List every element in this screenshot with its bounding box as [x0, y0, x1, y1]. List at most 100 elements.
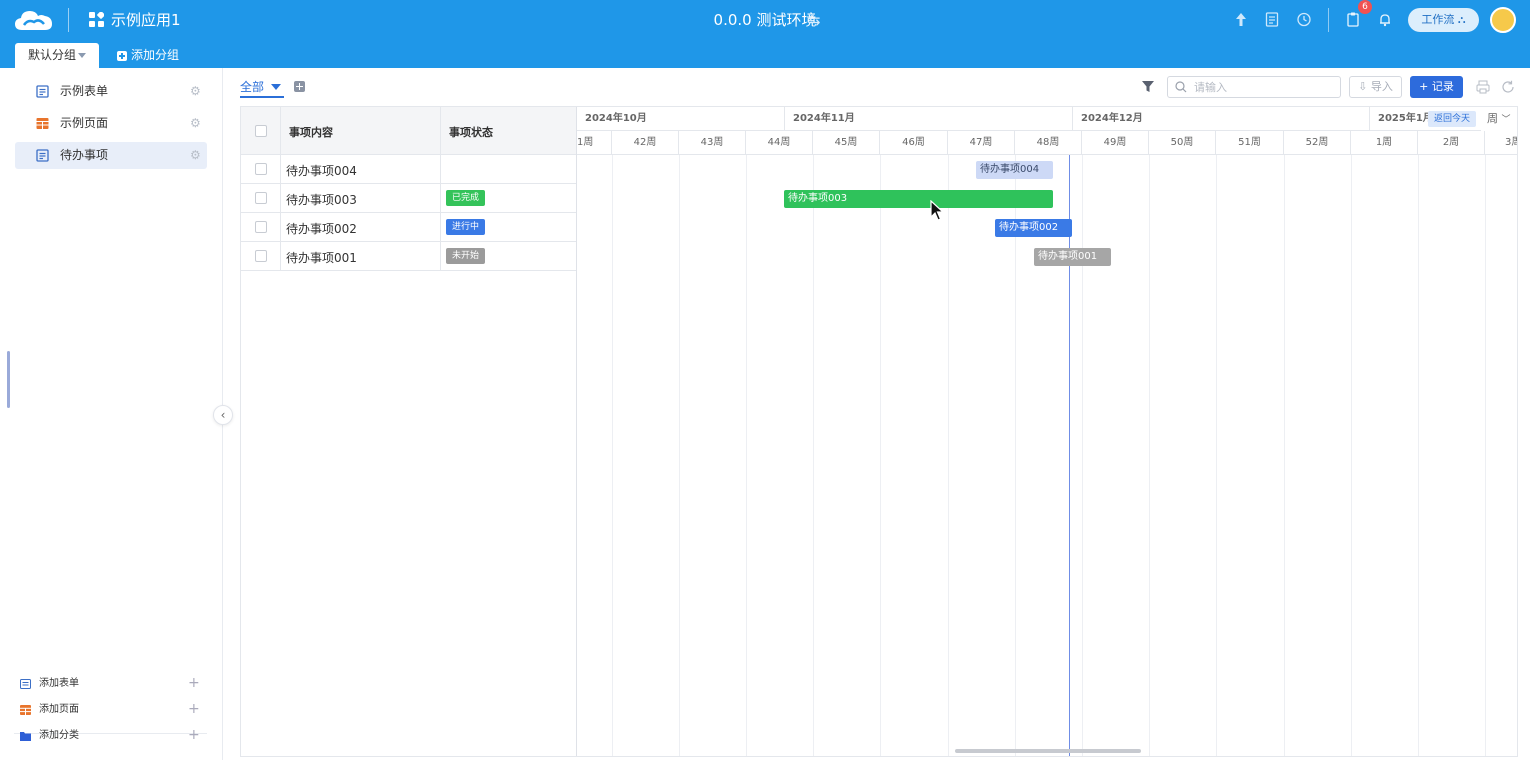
- table-row[interactable]: 待办事项002 进行中: [241, 213, 576, 242]
- grid-line: [1284, 155, 1285, 756]
- table-row[interactable]: 待办事项004: [241, 155, 576, 184]
- chevron-down-icon: ﹀: [1501, 115, 1511, 125]
- sidebar-item-label: 示例表单: [60, 84, 109, 98]
- gantt-task-bar[interactable]: 待办事项004: [976, 161, 1053, 179]
- grid-line: [1351, 155, 1352, 756]
- add-category-item[interactable]: 添加分类 +: [20, 726, 205, 746]
- column-header-status[interactable]: 事项状态: [449, 124, 493, 140]
- app-title[interactable]: 示例应用1: [111, 10, 181, 30]
- column-header-content[interactable]: 事项内容: [289, 124, 333, 140]
- month-header: 2024年12月: [1073, 107, 1370, 131]
- sidebar-item-sample-form[interactable]: 示例表单 ⚙: [15, 78, 207, 105]
- environment-title[interactable]: 0.0.0 测试环境: [714, 11, 817, 29]
- select-all-checkbox[interactable]: [255, 125, 267, 137]
- week-header: 44周: [746, 131, 813, 155]
- publish-arrow-icon[interactable]: [1233, 11, 1249, 28]
- back-to-today-button[interactable]: 返回今天: [1428, 111, 1476, 127]
- grid-line: [813, 155, 814, 756]
- week-header: 48周: [1015, 131, 1082, 155]
- gantt-task-bar[interactable]: 待办事项002: [995, 219, 1072, 237]
- gear-icon[interactable]: ⚙: [190, 110, 201, 137]
- header-divider-right: [1328, 8, 1329, 32]
- user-avatar[interactable]: [1490, 7, 1516, 33]
- today-line: [1069, 155, 1070, 756]
- grid-line: [948, 155, 949, 756]
- row-checkbox[interactable]: [255, 250, 267, 262]
- week-header: 45周: [813, 131, 880, 155]
- week-header: 42周: [612, 131, 679, 155]
- week-header: 41周: [577, 131, 612, 155]
- gantt-grid: 事项内容 事项状态 待办事项004 待办事项003 已完成 待办事项002 进行…: [240, 106, 1518, 757]
- grid-line: [612, 155, 613, 756]
- form-icon: [36, 85, 49, 98]
- gantt-task-bar[interactable]: 待办事项001: [1034, 248, 1111, 266]
- caret-down-icon: [78, 53, 86, 58]
- form-icon: [36, 149, 49, 162]
- plus-icon[interactable]: +: [188, 673, 200, 693]
- grid-line: [1418, 155, 1419, 756]
- week-header: 3周: [1485, 131, 1517, 155]
- sidebar-item-label: 待办事项: [60, 148, 109, 162]
- scale-select-value: 周: [1487, 112, 1498, 125]
- clipboard-task-icon[interactable]: [1345, 11, 1361, 28]
- view-tab-label: 全部: [240, 80, 265, 94]
- grid-line: [679, 155, 680, 756]
- row-checkbox[interactable]: [255, 221, 267, 233]
- search-box[interactable]: [1167, 76, 1341, 98]
- grid-line: [1485, 155, 1486, 756]
- task-name: 待办事项002: [286, 222, 357, 236]
- add-page-item[interactable]: 添加页面 +: [20, 700, 205, 720]
- gear-icon[interactable]: ⚙: [190, 142, 201, 169]
- week-header: 2周: [1418, 131, 1485, 155]
- plus-icon[interactable]: +: [188, 699, 200, 719]
- gantt-task-bar[interactable]: 待办事项003: [784, 190, 1053, 208]
- week-header: 52周: [1284, 131, 1351, 155]
- add-view-icon[interactable]: [294, 81, 305, 92]
- gear-icon[interactable]: ⚙: [190, 78, 201, 105]
- add-group-button[interactable]: 添加分组: [117, 43, 179, 68]
- view-tab-all[interactable]: 全部: [240, 78, 285, 98]
- folder-icon: [20, 732, 31, 741]
- sidebar-item-todo[interactable]: 待办事项 ⚙: [15, 142, 207, 169]
- week-header: 47周: [948, 131, 1015, 155]
- sidebar-item-sample-page[interactable]: 示例页面 ⚙: [15, 110, 207, 137]
- week-header: 51周: [1216, 131, 1284, 155]
- gantt-split-divider[interactable]: [576, 107, 577, 756]
- table-row[interactable]: 待办事项003 已完成: [241, 184, 576, 213]
- collapse-sidebar-button[interactable]: ‹: [213, 405, 233, 425]
- grid-line: [880, 155, 881, 756]
- table-row[interactable]: 待办事项001 未开始: [241, 242, 576, 271]
- grid-line: [746, 155, 747, 756]
- row-checkbox[interactable]: [255, 192, 267, 204]
- switch-environment-icon[interactable]: ⇆: [808, 10, 821, 30]
- refresh-icon[interactable]: [1501, 80, 1515, 94]
- add-form-item[interactable]: 添加表单 +: [20, 674, 205, 694]
- scale-select[interactable]: 周 ﹀: [1481, 107, 1517, 131]
- header-divider: [68, 8, 69, 32]
- cloud-logo-icon[interactable]: [14, 6, 54, 34]
- week-header: 46周: [880, 131, 948, 155]
- page-icon: [36, 118, 49, 129]
- plus-icon[interactable]: +: [188, 725, 200, 745]
- sidebar: 示例表单 ⚙ 示例页面 ⚙ 待办事项 ⚙ 添加表单 + 添加页面 + 添加分类 …: [0, 68, 223, 760]
- import-button[interactable]: ⇩ 导入: [1349, 76, 1402, 98]
- form-icon: [20, 679, 31, 689]
- row-checkbox[interactable]: [255, 163, 267, 175]
- workflow-button[interactable]: 工作流 ⛬: [1408, 8, 1479, 32]
- week-header: 1周: [1351, 131, 1418, 155]
- scroll-indicator[interactable]: [7, 351, 10, 408]
- print-icon[interactable]: [1476, 80, 1490, 94]
- document-icon[interactable]: [1264, 11, 1280, 28]
- add-record-button[interactable]: + 记录: [1410, 76, 1463, 98]
- caret-down-icon: [271, 84, 281, 90]
- search-input[interactable]: [1194, 79, 1334, 95]
- grid-line: [1015, 155, 1016, 756]
- page-icon: [20, 705, 31, 715]
- tab-default-group[interactable]: 默认分组: [15, 43, 99, 68]
- history-clock-icon[interactable]: [1296, 11, 1312, 28]
- table-header: 事项内容 事项状态: [241, 107, 576, 155]
- bell-icon[interactable]: [1377, 11, 1393, 28]
- horizontal-scrollbar[interactable]: [955, 749, 1141, 753]
- filter-icon[interactable]: [1142, 81, 1154, 93]
- grid-line: [1082, 155, 1083, 756]
